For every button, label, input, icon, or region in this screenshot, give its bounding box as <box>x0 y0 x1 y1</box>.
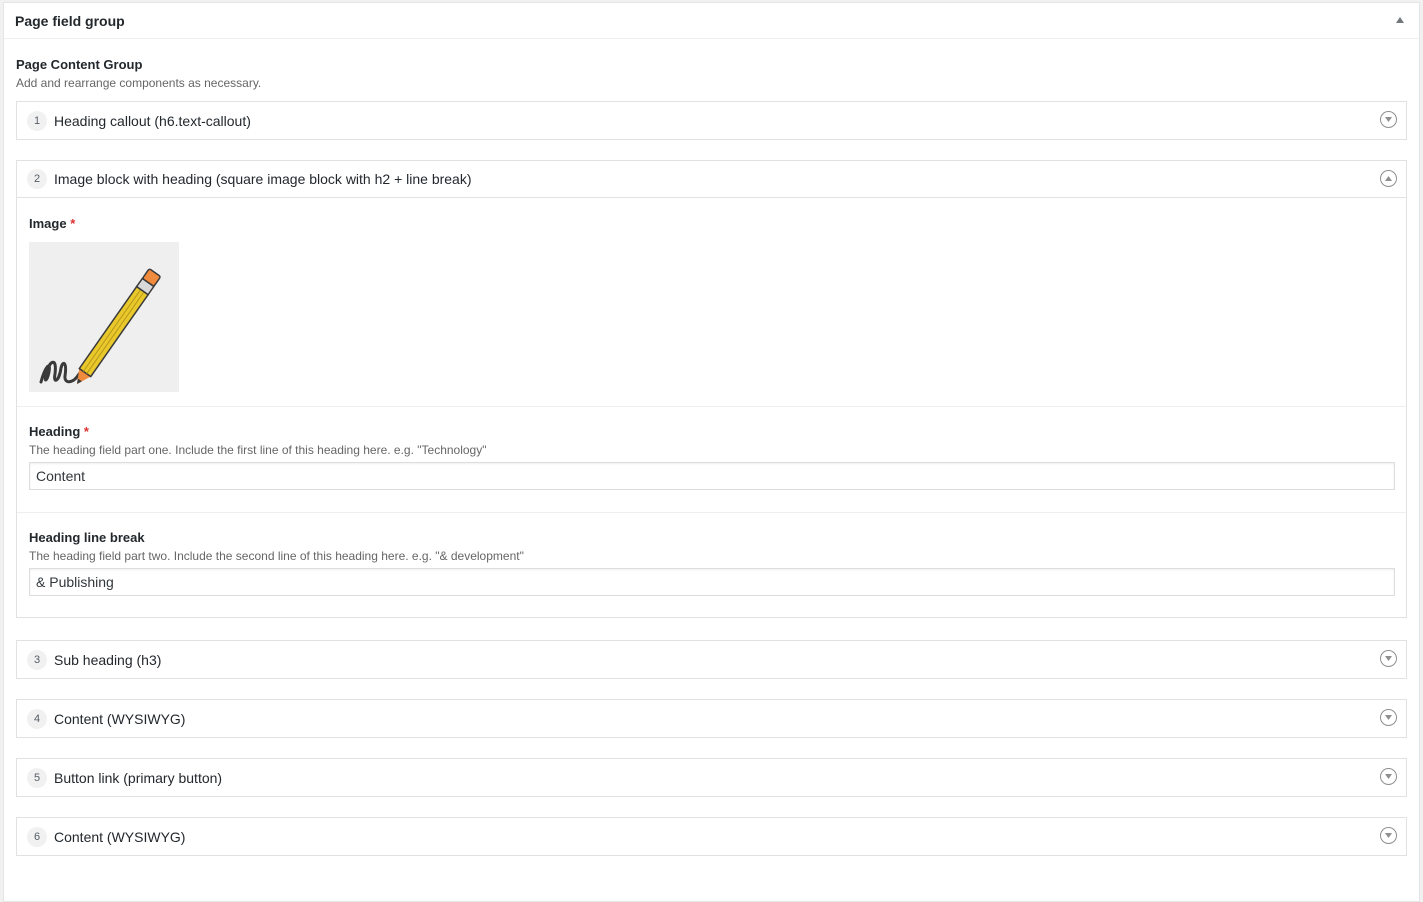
heading-line-break-field: Heading line break The heading field par… <box>17 513 1406 617</box>
chevron-down-circle-icon[interactable] <box>1380 709 1397 726</box>
layout-handle[interactable]: 6 Content (WYSIWYG) <box>17 818 1406 855</box>
triangle-up-icon[interactable] <box>1395 15 1405 25</box>
chevron-down-circle-icon[interactable] <box>1380 111 1397 128</box>
layout-handle[interactable]: 2 Image block with heading (square image… <box>17 161 1406 198</box>
layout-row: 3 Sub heading (h3) <box>16 640 1407 679</box>
layout-handle[interactable]: 5 Button link (primary button) <box>17 759 1406 796</box>
heading-field-description: The heading field part one. Include the … <box>29 443 487 457</box>
page-field-group-postbox: Page field group Page Content Group Add … <box>3 2 1420 902</box>
heading-field: Heading * The heading field part one. In… <box>17 407 1406 513</box>
layout-row: 5 Button link (primary button) <box>16 758 1407 797</box>
layout-order-badge: 4 <box>27 708 47 729</box>
required-mark: * <box>83 424 89 439</box>
layout-row: 2 Image block with heading (square image… <box>16 160 1407 618</box>
postbox-inside: Page Content Group Add and rearrange com… <box>4 57 1419 91</box>
layout-order-badge: 6 <box>27 826 47 847</box>
postbox-title: Page field group <box>15 12 125 29</box>
layout-label: Content (WYSIWYG) <box>54 710 186 727</box>
layout-order-badge: 3 <box>27 649 47 670</box>
layout-label: Image block with heading (square image b… <box>54 171 472 187</box>
image-label-text: Image <box>29 216 67 231</box>
layout-row: 6 Content (WYSIWYG) <box>16 817 1407 856</box>
required-mark: * <box>70 216 76 231</box>
chevron-down-circle-icon[interactable] <box>1380 827 1397 844</box>
chevron-down-circle-icon[interactable] <box>1380 768 1397 785</box>
layout-handle[interactable]: 3 Sub heading (h3) <box>17 641 1406 678</box>
heading-line-break-description: The heading field part two. Include the … <box>29 549 524 563</box>
heading-field-label: Heading * <box>29 424 1394 440</box>
heading-input[interactable] <box>29 462 1395 490</box>
layout-order-badge: 5 <box>27 767 47 788</box>
group-description: Add and rearrange components as necessar… <box>16 76 262 90</box>
layout-row: 4 Content (WYSIWYG) <box>16 699 1407 738</box>
layout-label: Button link (primary button) <box>54 769 223 786</box>
layout-order-badge: 2 <box>27 169 47 189</box>
postbox-header[interactable]: Page field group <box>4 3 1419 39</box>
chevron-down-circle-icon[interactable] <box>1380 650 1397 667</box>
heading-line-break-label: Heading line break <box>29 530 145 545</box>
heading-line-break-input[interactable] <box>29 568 1395 596</box>
layout-label: Content (WYSIWYG) <box>54 828 186 845</box>
layout-label: Heading callout (h6.text-callout) <box>54 112 251 129</box>
group-label: Page Content Group <box>16 57 143 72</box>
heading-label-text: Heading <box>29 424 81 439</box>
layout-handle[interactable]: 4 Content (WYSIWYG) <box>17 700 1406 737</box>
image-field-label: Image * <box>29 216 1394 232</box>
image-thumbnail[interactable] <box>29 242 179 392</box>
layout-handle[interactable]: 1 Heading callout (h6.text-callout) <box>17 102 1406 139</box>
layout-label: Sub heading (h3) <box>54 651 162 668</box>
pencil-icon <box>39 268 161 384</box>
image-field: Image * <box>17 198 1406 407</box>
chevron-up-circle-icon[interactable] <box>1380 170 1397 187</box>
layout-order-badge: 1 <box>27 110 47 131</box>
layout-row: 1 Heading callout (h6.text-callout) <box>16 101 1407 140</box>
